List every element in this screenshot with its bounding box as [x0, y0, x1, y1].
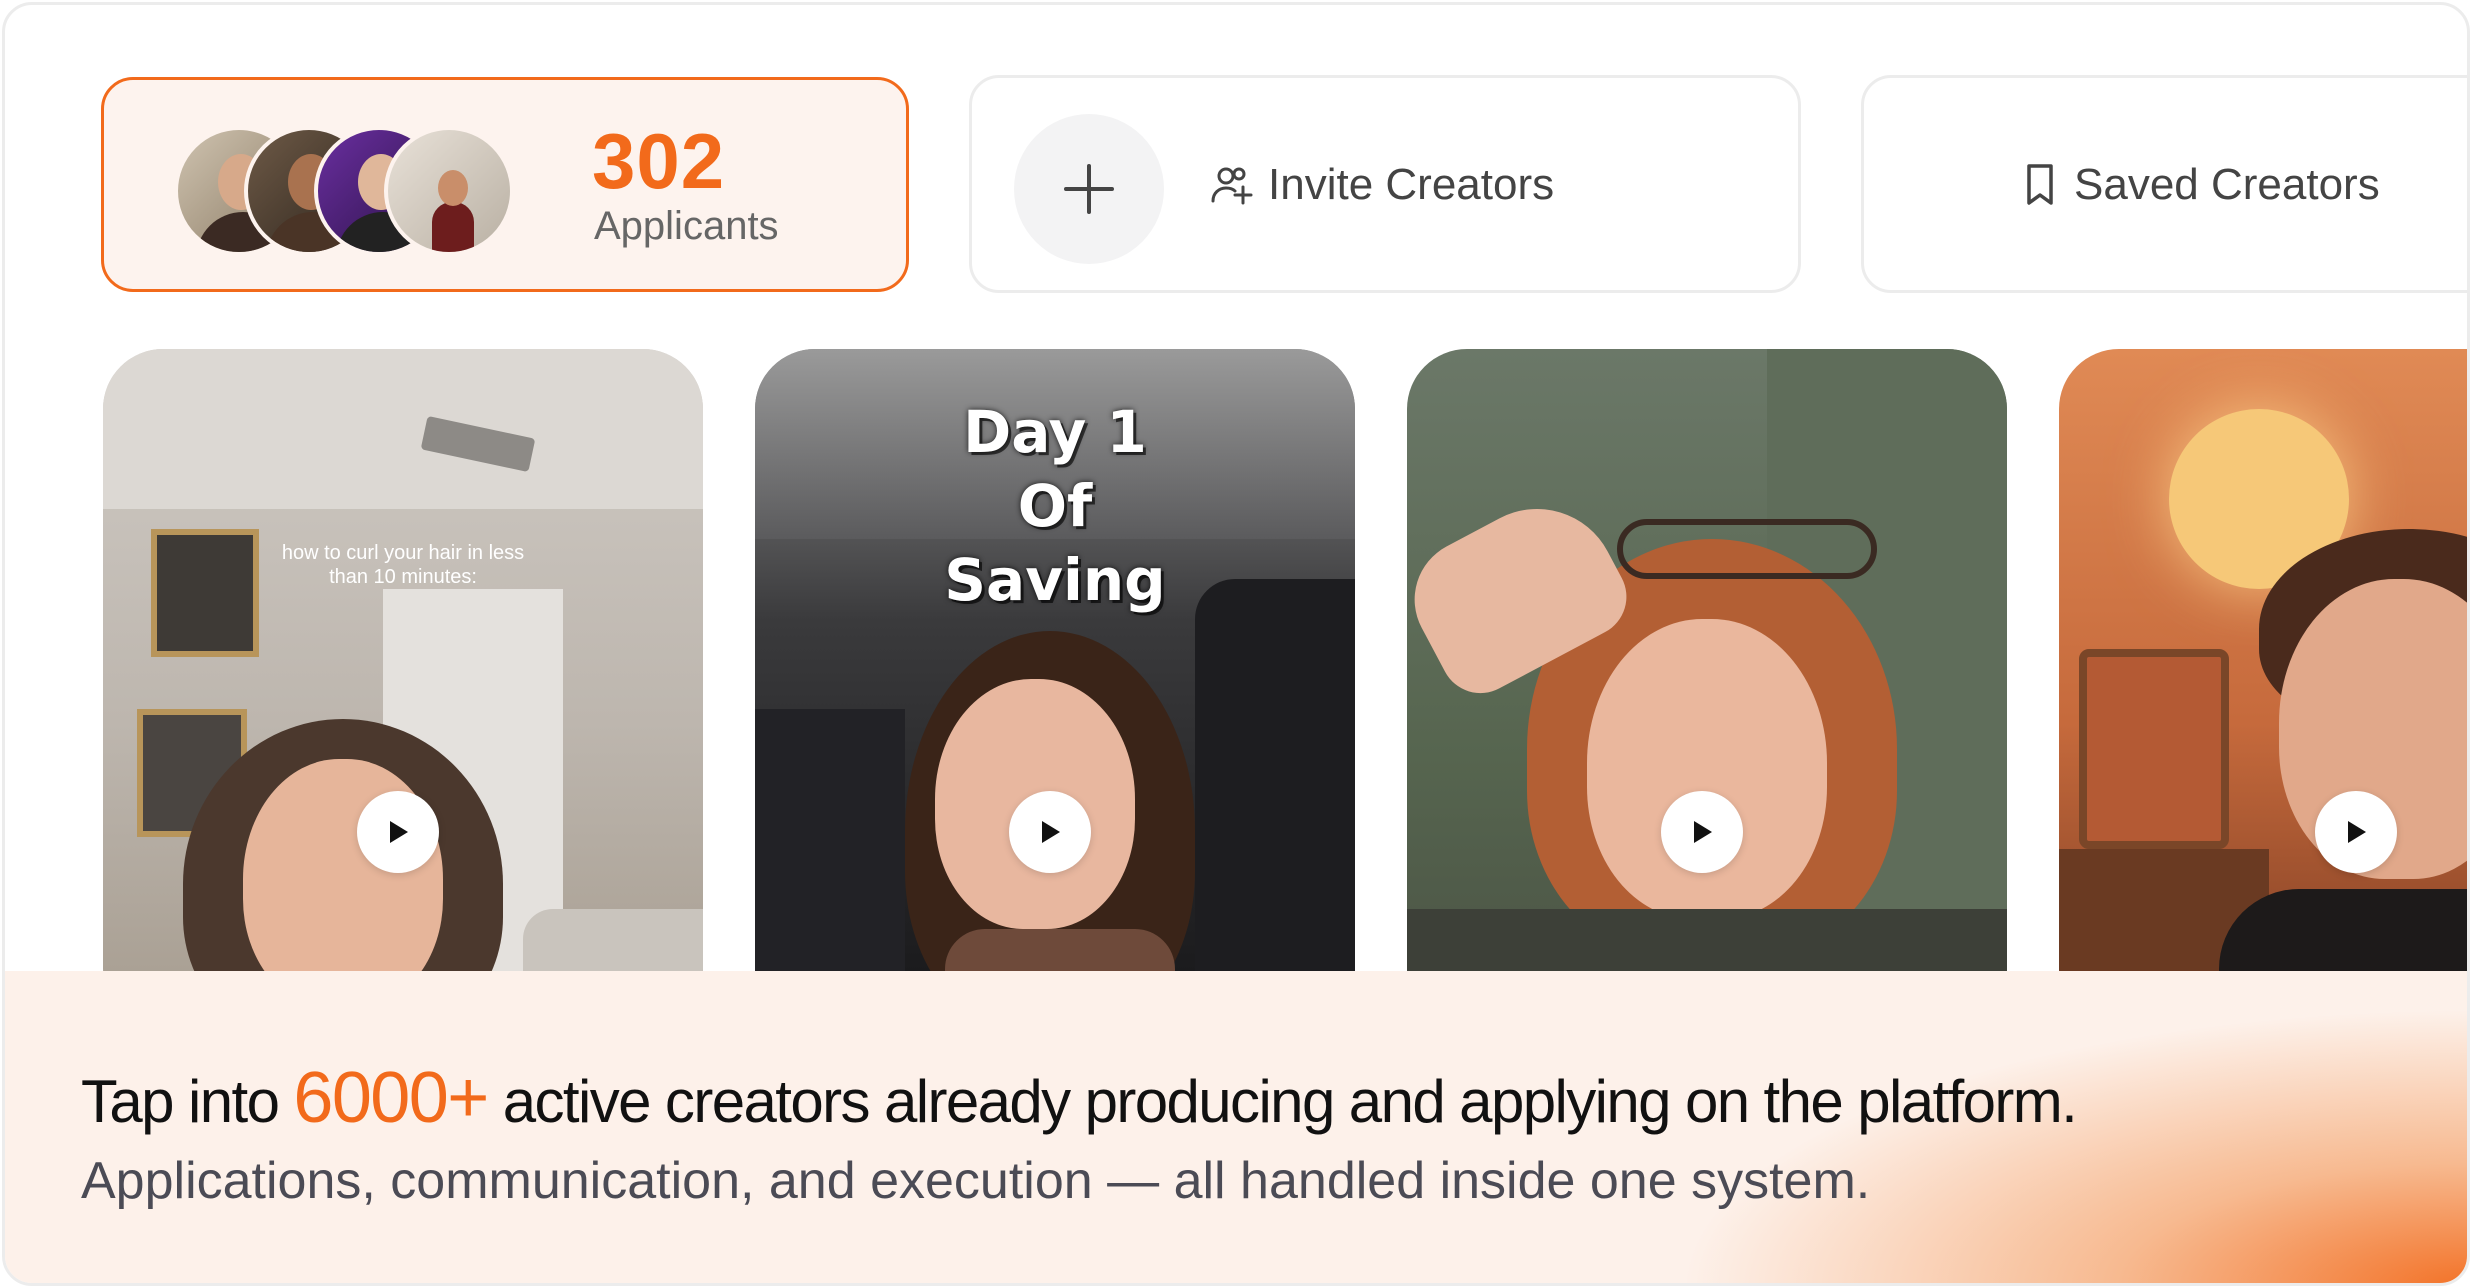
saved-creators-label: Saved Creators [2074, 160, 2380, 209]
invite-creators-button[interactable]: Invite Creators [1210, 160, 1554, 210]
play-button[interactable] [1009, 791, 1091, 873]
invite-creators-label: Invite Creators [1268, 160, 1555, 209]
play-icon [390, 821, 408, 843]
caption-banner: Tap into 6000+ active creators already p… [5, 971, 2467, 1283]
creator-count-highlight: 6000+ [293, 1058, 489, 1138]
invite-creators-card: Invite Creators [969, 75, 1801, 293]
headline: Tap into 6000+ active creators already p… [81, 1057, 2078, 1139]
video-tile[interactable]: Day 1 Of Saving [755, 349, 1355, 1029]
video-tile[interactable]: how to curl your hair in less than 10 mi… [103, 349, 703, 1029]
applicants-card[interactable]: 302 Applicants [101, 77, 909, 292]
plus-icon [1064, 164, 1114, 214]
video-tile[interactable] [2059, 349, 2467, 1029]
avatar [384, 126, 514, 256]
applicant-avatar-stack [174, 126, 534, 256]
saved-creators-card: Saved Creators [1861, 75, 2467, 293]
saved-creators-button[interactable]: Saved Creators [2020, 160, 2380, 210]
video-overlay-text: how to curl your hair in less than 10 mi… [281, 542, 525, 588]
subheadline: Applications, communication, and executi… [81, 1152, 1871, 1210]
headline-prefix: Tap into [81, 1068, 294, 1135]
play-button[interactable] [1661, 791, 1743, 873]
creators-panel: 302 Applicants Invite Creators Saved Cre… [2, 2, 2470, 1286]
play-button[interactable] [357, 791, 439, 873]
video-tile[interactable] [1407, 349, 2007, 1029]
play-button[interactable] [2315, 791, 2397, 873]
applicant-count-label: Applicants [594, 204, 779, 248]
add-button[interactable] [1014, 114, 1164, 264]
applicant-count: 302 [592, 117, 726, 205]
play-icon [2348, 821, 2366, 843]
bookmark-icon [2027, 164, 2053, 205]
video-overlay-text: Day 1 Of Saving [944, 398, 1166, 614]
headline-suffix: active creators already producing and ap… [487, 1068, 2078, 1135]
users-plus-icon [1211, 167, 1253, 205]
play-icon [1694, 821, 1712, 843]
play-icon [1042, 821, 1060, 843]
